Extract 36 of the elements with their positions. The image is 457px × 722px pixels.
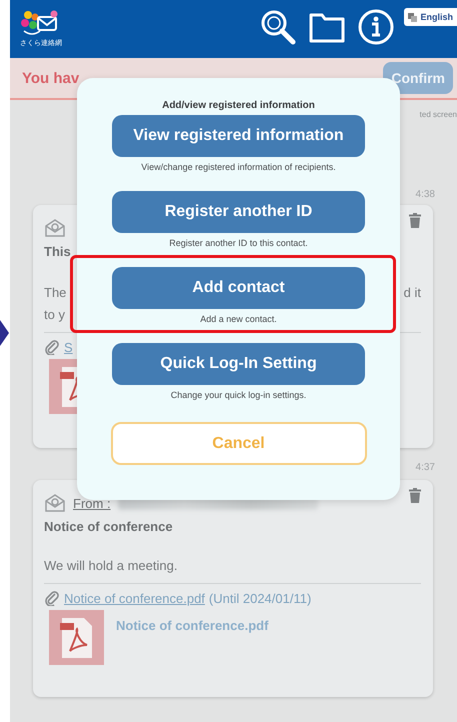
language-button[interactable]: English xyxy=(404,8,457,26)
option-button[interactable]: Quick Log-In Setting xyxy=(112,343,365,385)
message-subject: Notice of conference xyxy=(44,519,173,534)
notice-text: You hav xyxy=(22,70,80,86)
attachment-link[interactable]: Notice of conference.pdf xyxy=(64,590,205,606)
sender-link[interactable]: From : xyxy=(73,496,111,510)
paperclip-icon xyxy=(44,339,60,355)
paperclip-icon xyxy=(44,590,60,606)
info-icon[interactable] xyxy=(358,9,394,45)
message-text: We will hold a meeting. xyxy=(44,558,178,574)
attachment-expiry: (Until 2024/01/11) xyxy=(208,590,312,606)
option-button[interactable]: Add contact xyxy=(112,267,365,309)
message-subject: This xyxy=(44,244,71,259)
message-text: to y xyxy=(44,307,65,323)
translate-icon xyxy=(408,12,418,22)
option-caption: Register another ID to this contact. xyxy=(169,238,308,248)
search-icon[interactable] xyxy=(260,9,296,45)
message-text: The xyxy=(44,285,66,301)
message-time: 4:38 xyxy=(416,189,435,200)
hint-text: ted screen xyxy=(420,110,457,119)
envelope-icon xyxy=(44,218,66,238)
pdf-file-icon[interactable] xyxy=(49,610,104,665)
option-caption: View/change registered information of recipients. xyxy=(141,162,336,172)
attachment-link[interactable]: S xyxy=(64,340,73,354)
folder-icon[interactable] xyxy=(309,11,346,43)
message-time: 4:37 xyxy=(416,462,435,473)
trash-icon[interactable] xyxy=(409,488,421,503)
option-button[interactable]: View registered information xyxy=(112,115,365,157)
message-text: d it xyxy=(404,285,421,301)
dialog-title: Add/view registered information xyxy=(162,100,315,111)
option-button[interactable]: Register another ID xyxy=(112,191,365,233)
option-caption: Change your quick log-in settings. xyxy=(170,390,306,400)
option-caption: Add a new contact. xyxy=(200,314,277,324)
trash-icon[interactable] xyxy=(409,213,421,228)
envelope-icon xyxy=(44,493,66,513)
chevron-icon xyxy=(0,320,9,346)
